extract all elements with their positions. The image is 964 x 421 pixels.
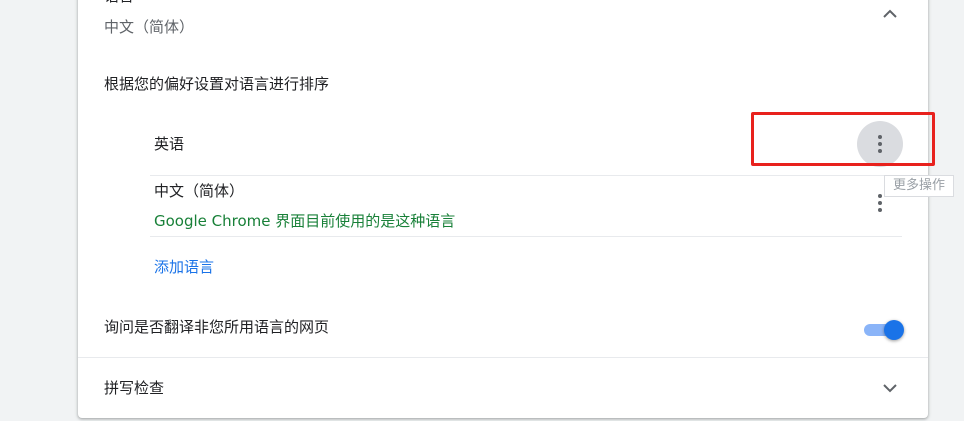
language-item-menu-button[interactable]	[857, 121, 903, 167]
more-vert-icon	[878, 194, 882, 212]
more-actions-tooltip: 更多操作	[884, 175, 954, 197]
divider	[150, 175, 902, 176]
sort-languages-label: 根据您的偏好设置对语言进行排序	[104, 75, 330, 93]
expand-spellcheck-button[interactable]	[876, 374, 904, 402]
chevron-up-icon	[883, 9, 897, 18]
section-divider	[78, 357, 928, 358]
divider	[150, 236, 902, 237]
language-item-note: Google Chrome 界面目前使用的是这种语言	[154, 212, 456, 230]
language-section-title: 语言	[104, 0, 134, 6]
translate-offer-toggle[interactable]	[864, 317, 904, 343]
language-item-name: 英语	[154, 135, 185, 153]
language-current-value: 中文（简体）	[104, 18, 195, 36]
more-vert-icon	[878, 135, 882, 153]
collapse-language-button[interactable]	[876, 0, 904, 28]
add-language-link[interactable]: 添加语言	[154, 257, 214, 277]
language-item-name: 中文（简体）	[154, 182, 245, 200]
chevron-down-icon	[883, 384, 897, 393]
toggle-knob	[884, 320, 904, 340]
spellcheck-section-title: 拼写检查	[104, 379, 165, 397]
translate-offer-label: 询问是否翻译非您所用语言的网页	[104, 318, 330, 336]
language-settings-card: 语言 中文（简体） 根据您的偏好设置对语言进行排序 英语 中文（简体） Goog…	[78, 0, 928, 418]
